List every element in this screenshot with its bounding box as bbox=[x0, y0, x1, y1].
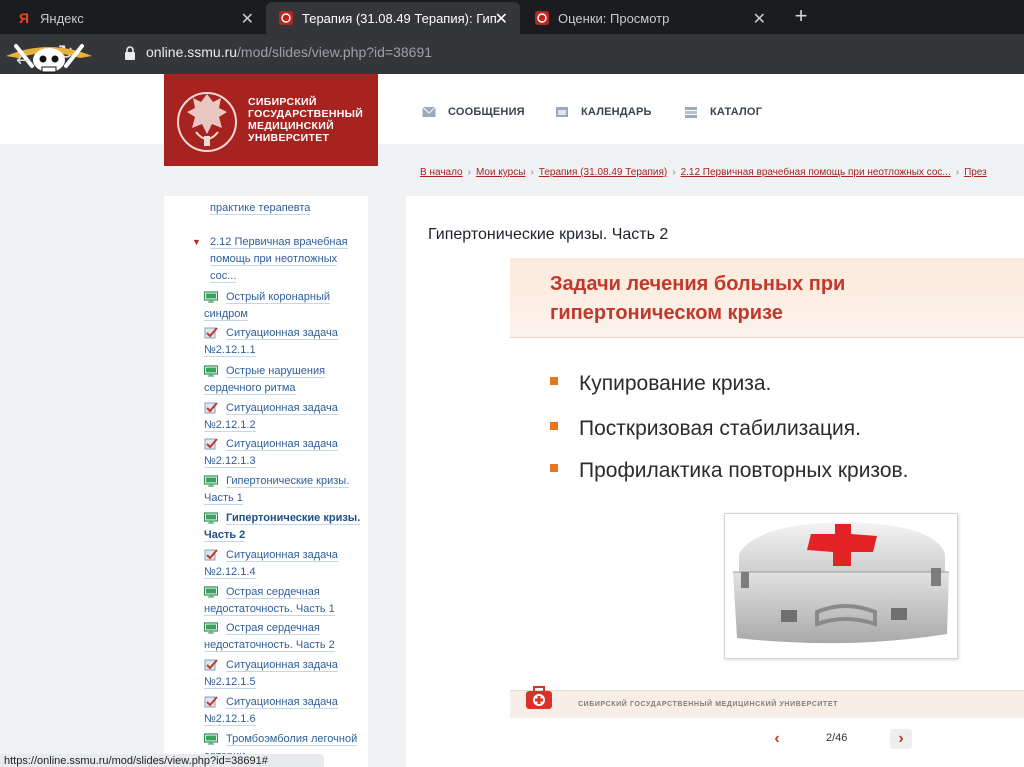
slide-bullet: Профилактика повторных кризов. bbox=[550, 459, 909, 483]
status-bar-url: https://online.ssmu.ru/mod/slides/view.p… bbox=[0, 754, 324, 767]
task-icon bbox=[204, 438, 218, 450]
task-icon bbox=[204, 402, 218, 414]
nav-messages[interactable]: СООБЩЕНИЯ bbox=[422, 106, 525, 118]
tab-title: Яндекс bbox=[40, 10, 84, 26]
yandex-icon: Я bbox=[18, 10, 30, 26]
sidebar-item-label: Ситуационная задача №2.12.1.5 bbox=[204, 659, 338, 689]
breadcrumb-my-courses[interactable]: Мои курсы bbox=[476, 167, 526, 178]
tab-yandex[interactable]: Я Яндекс ✕ bbox=[4, 2, 266, 34]
tab-title: Оценки: Просмотр bbox=[558, 10, 670, 26]
sidebar-item-label: Гипертонические кризы. Часть 1 bbox=[204, 475, 350, 505]
slides-icon bbox=[204, 512, 218, 524]
breadcrumb-course[interactable]: Терапия (31.08.49 Терапия) bbox=[539, 167, 667, 178]
sidebar-item-label: Ситуационная задача №2.12.1.6 bbox=[204, 696, 338, 726]
slides-icon bbox=[204, 622, 218, 634]
bullet-icon bbox=[550, 464, 558, 473]
slide-footer-text: СИБИРСКИЙ ГОСУДАРСТВЕННЫЙ МЕДИЦИНСКИЙ УН… bbox=[578, 701, 839, 708]
svg-text:←: ← bbox=[16, 50, 31, 71]
slides-icon bbox=[204, 365, 218, 377]
sidebar-item-label: Острый коронарный синдром bbox=[204, 291, 331, 321]
nav-label: СООБЩЕНИЯ bbox=[448, 106, 525, 118]
close-tab-icon[interactable]: ✕ bbox=[495, 9, 508, 29]
sidebar-item-partial[interactable]: практике терапевта bbox=[210, 200, 311, 217]
slides-icon bbox=[204, 733, 218, 745]
task-icon bbox=[204, 696, 218, 708]
lock-icon[interactable] bbox=[124, 46, 136, 60]
bullet-icon bbox=[550, 422, 558, 431]
sidebar-item-label: Острая сердечная недостаточность. Часть 2 bbox=[204, 622, 335, 652]
tab-title: Терапия (31.08.49 Терапия): Гип bbox=[302, 10, 497, 26]
nav-catalog[interactable]: КАТАЛОГ bbox=[684, 106, 762, 118]
task-icon bbox=[204, 659, 218, 671]
url-field[interactable]: online.ssmu.ru/mod/slides/view.php?id=38… bbox=[146, 44, 432, 60]
skull-hat-icon: ← bbox=[6, 44, 92, 73]
slide-bullet: Посткризовая стабилизация. bbox=[550, 417, 861, 441]
close-tab-icon[interactable]: ✕ bbox=[753, 9, 766, 29]
slide-heading: Задачи лечения больных при гипертоническ… bbox=[550, 273, 846, 324]
medkit-badge-icon bbox=[526, 686, 552, 709]
nav-label: КАЛЕНДАРЬ bbox=[581, 106, 652, 118]
logo-wordmark: СИБИРСКИЙ ГОСУДАРСТВЕННЫЙ МЕДИЦИНСКИЙ УН… bbox=[248, 96, 364, 144]
course-sidebar: практике терапевта ▼ 2.12 Первичная врач… bbox=[164, 196, 368, 767]
first-aid-kit-image bbox=[724, 513, 958, 659]
sidebar-item-label: Гипертонические кризы. Часть 2 bbox=[204, 512, 361, 542]
emblem-icon bbox=[177, 92, 237, 152]
sidebar-item-label: Острые нарушения сердечного ритма bbox=[204, 365, 326, 395]
prev-slide-button[interactable]: ‹ bbox=[766, 729, 788, 749]
slide-counter: 2/46 bbox=[826, 732, 848, 744]
tab-grades[interactable]: Оценки: Просмотр ✕ bbox=[522, 2, 778, 34]
slides-icon bbox=[204, 475, 218, 487]
university-logo[interactable]: СИБИРСКИЙ ГОСУДАРСТВЕННЫЙ МЕДИЦИНСКИЙ УН… bbox=[164, 74, 378, 166]
calendar-icon bbox=[556, 107, 568, 117]
slides-icon bbox=[204, 586, 218, 598]
breadcrumb-current[interactable]: През bbox=[964, 167, 987, 178]
nav-calendar[interactable]: КАЛЕНДАРЬ bbox=[555, 106, 652, 118]
envelope-icon bbox=[422, 106, 436, 117]
catalog-icon bbox=[685, 107, 697, 118]
caret-down-icon: ▼ bbox=[192, 237, 201, 247]
tab-therapy[interactable]: Терапия (31.08.49 Терапия): Гип ✕ bbox=[266, 2, 520, 34]
close-tab-icon[interactable]: ✕ bbox=[241, 9, 254, 29]
browser-tab-bar: Я Яндекс ✕ Терапия (31.08.49 Терапия): Г… bbox=[0, 0, 1024, 34]
sidebar-item-label: Острая сердечная недостаточность. Часть 1 bbox=[204, 586, 335, 616]
slides-icon bbox=[204, 291, 218, 303]
sidebar-item-label: Ситуационная задача №2.12.1.3 bbox=[204, 438, 338, 468]
nav-label: КАТАЛОГ bbox=[710, 106, 763, 118]
slide-viewer: Задачи лечения больных при гипертоническ… bbox=[510, 258, 1024, 718]
task-icon bbox=[204, 327, 218, 339]
breadcrumb-section[interactable]: 2.12 Первичная врачебная помощь при неот… bbox=[681, 167, 951, 178]
slide-header: Задачи лечения больных при гипертоническ… bbox=[510, 258, 1024, 338]
breadcrumb: В начало › Мои курсы › Терапия (31.08.49 Тер… bbox=[420, 167, 987, 178]
task-icon bbox=[204, 549, 218, 561]
breadcrumb-home[interactable]: В начало bbox=[420, 167, 463, 178]
ssmu-icon bbox=[278, 10, 294, 26]
slide-footer: СИБИРСКИЙ ГОСУДАРСТВЕННЫЙ МЕДИЦИНСКИЙ УН… bbox=[510, 686, 1024, 718]
sidebar-item-label: Ситуационная задача №2.12.1.2 bbox=[204, 402, 338, 432]
bullet-icon bbox=[550, 377, 558, 386]
ssmu-icon bbox=[534, 10, 550, 26]
sidebar-item-label: Ситуационная задача №2.12.1.1 bbox=[204, 327, 338, 357]
page-title: Гипертонические кризы. Часть 2 bbox=[428, 226, 669, 243]
next-slide-button[interactable]: › bbox=[890, 729, 912, 749]
first-aid-kit-icon bbox=[733, 522, 949, 644]
new-tab-button[interactable]: + bbox=[788, 4, 814, 30]
slide-bullet: Купирование криза. bbox=[550, 372, 771, 396]
sidebar-item-label: Ситуационная задача №2.12.1.4 bbox=[204, 549, 338, 579]
